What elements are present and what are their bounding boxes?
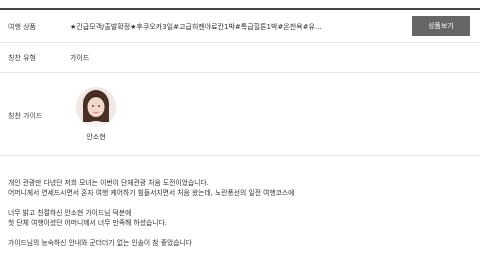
review-detail: 여행 상품 ★긴급모객/출발확정★후쿠오카3일#고급히젠야료칸1박#특급힐튼1박… xyxy=(0,0,480,280)
praise-guide-label: 칭찬 가이드 xyxy=(8,112,43,120)
praise-type-label: 칭찬 유형 xyxy=(8,54,36,62)
trip-product-row: 여행 상품 ★긴급모객/출발확정★후쿠오카3일#고급히젠야료칸1박#특급힐튼1박… xyxy=(0,8,480,43)
praise-type-row: 칭찬 유형 가이드 xyxy=(0,42,480,73)
guide-portrait-icon xyxy=(76,87,116,127)
praise-type-value: 가이드 xyxy=(70,54,90,62)
trip-product-label: 여행 상품 xyxy=(8,23,36,31)
trip-product-title: ★긴급모객/출발확정★후쿠오카3일#고급히젠야료칸1박#특급힐튼1박#온천욕#유… xyxy=(70,23,322,31)
guide-avatar xyxy=(76,87,116,127)
review-line: 가이드님의 능숙하신 안내와 군더더기 없는 인솔이 참 좋았습니다 xyxy=(8,239,192,247)
guide-name: 안소현 xyxy=(86,133,106,141)
review-line: 개인 관광만 다녔던 저희 모녀는 이번이 단체관광 처음 도전이었습니다. xyxy=(8,179,209,187)
view-product-button[interactable]: 상품보기 xyxy=(412,16,470,36)
review-spacer xyxy=(8,228,473,238)
review-line: 너무 밝고 친절하신 안소현 가이드님 덕분에 xyxy=(8,209,132,217)
review-line: 어머니께서 연세드시면서 혼자 여행 케어하기 힘들서지면서 처음 왔는데, 노… xyxy=(8,189,295,197)
praise-guide-row: 칭찬 가이드 안소현 xyxy=(0,73,480,156)
review-line: 첫 단체 여행이셨던 어머니께서 너무 만족해 하셨습니다. xyxy=(8,219,167,227)
review-spacer xyxy=(8,198,473,208)
review-body: 개인 관광만 다녔던 저희 모녀는 이번이 단체관광 처음 도전이었습니다. 어… xyxy=(8,178,473,248)
